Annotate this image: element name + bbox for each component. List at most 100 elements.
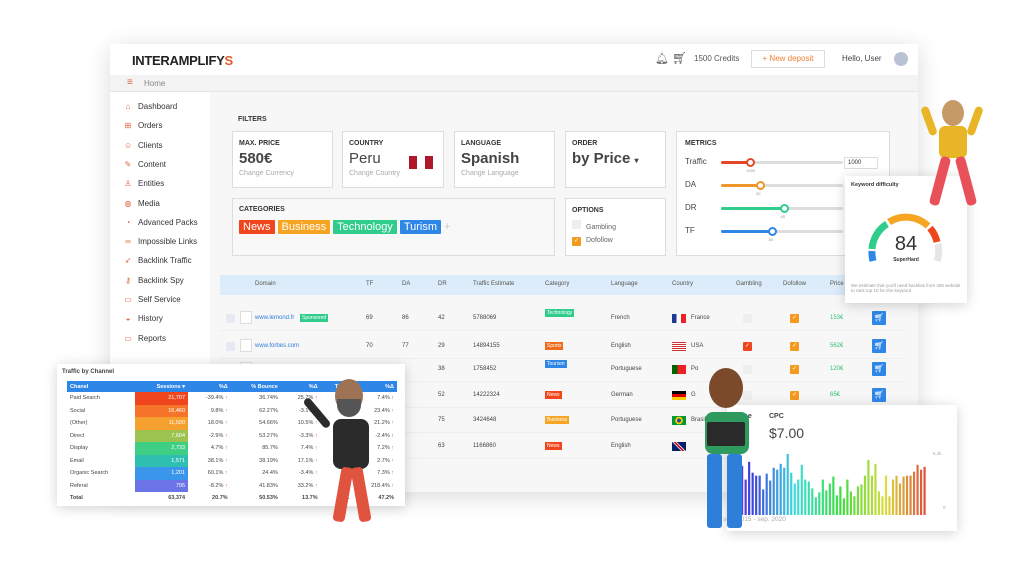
- metric-slider[interactable]: 30: [721, 181, 843, 196]
- sidebar-item-entities[interactable]: ♙ Entities: [124, 179, 164, 188]
- trend-arrow-icon: ↑: [223, 470, 228, 477]
- category-tag[interactable]: Turism: [399, 220, 442, 234]
- table-row[interactable]: www.lemond.frSponsored6986425788069Compu…: [220, 306, 905, 331]
- avatar-icon[interactable]: [894, 52, 908, 66]
- gambling-checkbox[interactable]: ✓: [743, 342, 752, 351]
- column-header[interactable]: DA: [402, 281, 410, 287]
- traffic-input[interactable]: 1000: [844, 157, 878, 169]
- column-header[interactable]: Gambling: [736, 281, 762, 287]
- add-to-cart-button[interactable]: 🛒︎: [872, 339, 886, 353]
- language-value: Portuguese: [611, 366, 642, 372]
- column-header[interactable]: TF: [366, 281, 373, 287]
- row-checkbox[interactable]: [226, 314, 235, 323]
- row-expand-dropdown[interactable]: [240, 339, 252, 352]
- order-filter[interactable]: ORDER by Price ▾: [565, 131, 666, 188]
- column-header[interactable]: Domain: [255, 281, 276, 287]
- volume-bar: [870, 475, 874, 515]
- change-country-link[interactable]: Change Country: [349, 170, 437, 177]
- add-to-cart-button[interactable]: 🛒︎: [872, 362, 886, 376]
- language-filter[interactable]: LANGUAGE Spanish Change Language: [454, 131, 555, 188]
- column-header[interactable]: Dofollow: [783, 281, 806, 287]
- sidebar-item-backlink-spy[interactable]: ⚷ Backlink Spy: [124, 276, 184, 285]
- slider-handle[interactable]: [756, 181, 766, 190]
- column-header[interactable]: % Bounce: [230, 381, 281, 392]
- volume-bar: [867, 459, 870, 515]
- new-deposit-button[interactable]: + New deposit: [751, 50, 825, 68]
- breadcrumb-home[interactable]: Home: [144, 79, 165, 88]
- max-price-filter[interactable]: MAX. PRICE 580€ Change Currency: [232, 131, 333, 188]
- category-tag[interactable]: News: [239, 220, 275, 234]
- row-expand-dropdown[interactable]: [240, 311, 252, 324]
- options-label: OPTIONS: [572, 207, 604, 214]
- category-tag[interactable]: Technology: [333, 220, 397, 234]
- column-header[interactable]: Chanel: [67, 381, 136, 392]
- logo[interactable]: INTERAMPLIFYS: [132, 53, 233, 68]
- slider-handle[interactable]: [780, 204, 790, 213]
- add-category-button[interactable]: +: [444, 221, 450, 233]
- add-to-cart-button[interactable]: 🛒︎: [872, 388, 886, 402]
- change-currency-link[interactable]: Change Currency: [239, 170, 326, 177]
- cart-icon[interactable]: 🛒︎: [672, 51, 687, 65]
- domain-link[interactable]: www.lemond.fr: [255, 315, 294, 321]
- checkbox[interactable]: ✓: [572, 237, 581, 246]
- metric-slider[interactable]: 45: [721, 204, 843, 219]
- dofollow-checkbox[interactable]: ✓: [790, 391, 799, 400]
- flag-icon-fr: [672, 314, 686, 323]
- option-dofollow[interactable]: ✓ Dofollow: [572, 237, 659, 246]
- column-header[interactable]: Price: [830, 281, 844, 287]
- row-checkbox[interactable]: [226, 342, 235, 351]
- volume-bar: [814, 497, 817, 515]
- flag-icon-uk: [672, 442, 686, 451]
- hamburger-icon[interactable]: ≡: [127, 77, 133, 88]
- table-header: Domain TF DA DR Traffic Estimate Category Lang…: [220, 275, 905, 295]
- sidebar-item-label: Dashboard: [138, 102, 178, 111]
- bounce-value: 62.27%: [259, 407, 278, 414]
- bell-icon[interactable]: 🔔︎: [655, 52, 669, 65]
- column-header[interactable]: Traffic Estimate: [473, 281, 514, 287]
- column-header[interactable]: Category: [545, 281, 569, 287]
- volume-bar: [909, 475, 912, 515]
- sidebar-item-content[interactable]: ✎ Content: [124, 160, 166, 169]
- change-language-link[interactable]: Change Language: [461, 170, 548, 177]
- sidebar-item-label: Self Service: [138, 295, 181, 304]
- sidebar-item-self-service[interactable]: ▭ Self Service: [124, 295, 181, 304]
- add-to-cart-button[interactable]: 🛒︎: [872, 311, 886, 325]
- sidebar-item-advanced-packs[interactable]: ◔ Advanced Packs: [124, 218, 198, 227]
- total-bounce: 50.53%: [259, 495, 278, 502]
- country-filter[interactable]: COUNTRY Peru Change Country: [342, 131, 444, 188]
- sidebar-item-media[interactable]: ◍ Media: [124, 199, 160, 208]
- option-gambling[interactable]: Gambling: [572, 220, 659, 231]
- column-header[interactable]: Language: [611, 281, 638, 287]
- sidebar-item-dashboard[interactable]: ⌂ Dashboard: [124, 102, 178, 111]
- slider-handle[interactable]: [746, 158, 756, 167]
- metric-slider[interactable]: 38: [721, 227, 843, 242]
- dofollow-checkbox[interactable]: ✓: [790, 365, 799, 374]
- sidebar-item-clients[interactable]: ☺ Clients: [124, 141, 162, 150]
- metric-slider[interactable]: 1000: [721, 158, 843, 173]
- sidebar-item-reports[interactable]: ▭ Reports: [124, 334, 166, 343]
- column-header[interactable]: %Δ: [188, 381, 231, 392]
- sidebar-icon: ➶: [124, 256, 132, 266]
- chevron-down-icon[interactable]: ▾: [635, 156, 639, 165]
- dofollow-checkbox[interactable]: ✓: [790, 342, 799, 351]
- column-header[interactable]: DR: [438, 281, 447, 287]
- category-tag[interactable]: Business: [277, 220, 331, 234]
- gambling-checkbox[interactable]: [743, 314, 752, 323]
- column-header[interactable]: Sessions ▾: [135, 381, 189, 392]
- checkbox[interactable]: [572, 220, 581, 229]
- sidebar-item-history[interactable]: ◒ History: [124, 314, 163, 323]
- dofollow-checkbox[interactable]: ✓: [790, 314, 799, 323]
- sidebar-item-backlink-traffic[interactable]: ➶ Backlink Traffic: [124, 256, 192, 265]
- sidebar-icon: ▭: [124, 295, 132, 304]
- slider-handle[interactable]: [768, 227, 778, 236]
- domain-link[interactable]: www.forbes.com: [255, 343, 299, 349]
- column-header[interactable]: Country: [672, 281, 693, 287]
- delta-cell: -8.2% ↑: [188, 480, 231, 493]
- keyword-card-title: Keyword difficulty: [851, 182, 899, 188]
- bounce-value: 85.7%: [262, 445, 278, 452]
- delta-cell: 38.1% ↑: [188, 455, 231, 468]
- table-row[interactable]: www.forbes.com 70 77 29 14894155 Sports Englis…: [220, 334, 905, 359]
- flag-icon-br: [672, 416, 686, 425]
- sidebar-item-impossible-links[interactable]: ∞ Impossible Links: [124, 237, 197, 246]
- sidebar-item-orders[interactable]: ⊞ Orders: [124, 121, 163, 130]
